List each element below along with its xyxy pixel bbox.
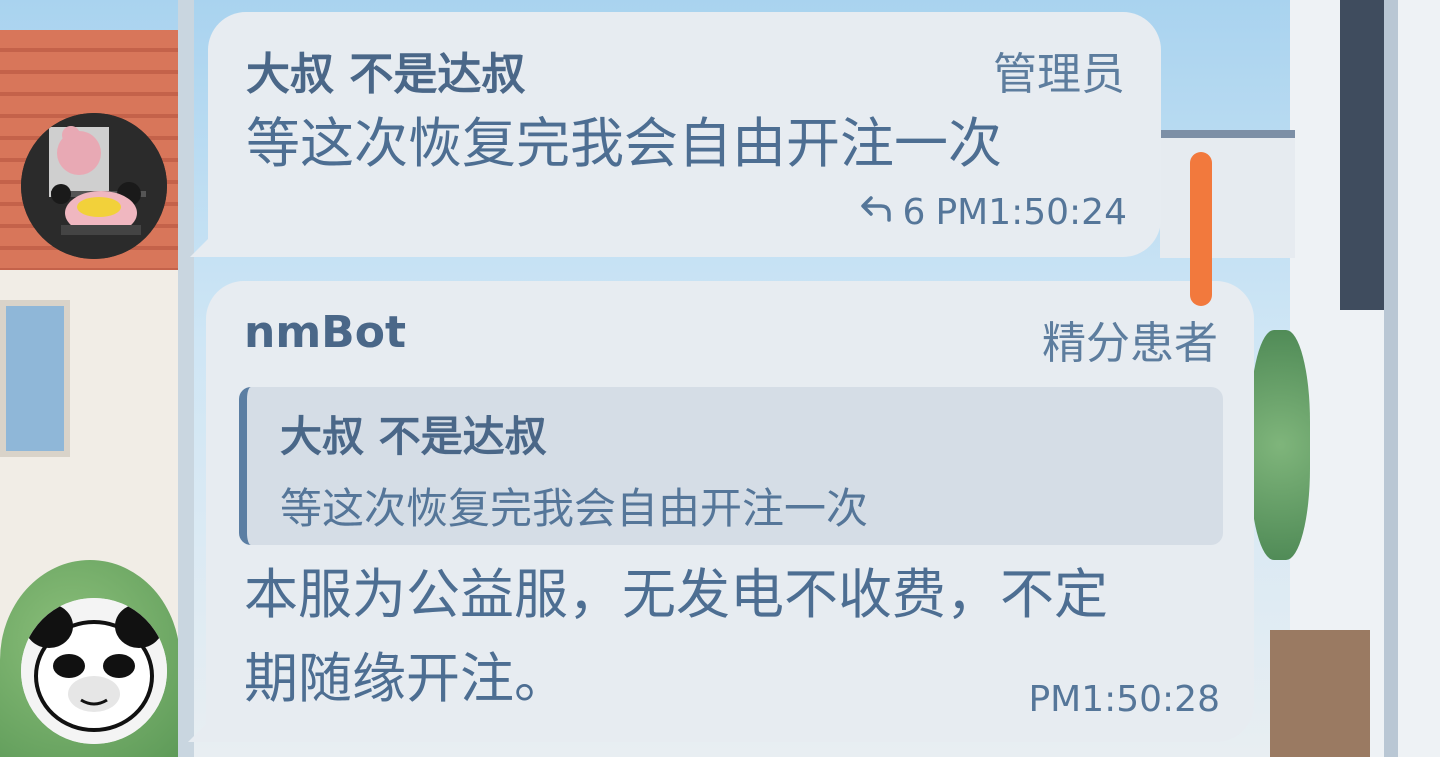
sender-role-badge: 管理员 bbox=[993, 49, 1125, 100]
reply-quote[interactable]: 大叔 不是达叔 等这次恢复完我会自由开注一次 bbox=[239, 387, 1223, 545]
message-text-line-1: 本服为公益服，无发电不收费，不定 bbox=[244, 563, 1108, 626]
reply-count[interactable]: 6 bbox=[903, 192, 926, 233]
quote-text: 等这次恢复完我会自由开注一次 bbox=[280, 484, 869, 533]
message-text: 等这次恢复完我会自由开注一次 bbox=[246, 112, 1002, 175]
message-meta: 6 PM1:50:24 bbox=[859, 192, 1127, 233]
avatar[interactable] bbox=[21, 113, 167, 259]
wallpaper-door bbox=[1270, 630, 1370, 757]
wallpaper-pipe bbox=[1384, 0, 1398, 757]
sender-role-badge: 精分患者 bbox=[1042, 318, 1218, 369]
wallpaper-window bbox=[0, 300, 70, 457]
wallpaper-tree bbox=[1250, 330, 1310, 560]
wallpaper-pole bbox=[178, 0, 194, 757]
wallpaper-balcony bbox=[1160, 130, 1295, 258]
reply-arrow-icon[interactable] bbox=[859, 192, 893, 233]
wallpaper-building-shadow bbox=[1340, 0, 1384, 310]
message-bubble[interactable]: nmBot 精分患者 大叔 不是达叔 等这次恢复完我会自由开注一次 本服为公益服… bbox=[206, 281, 1254, 742]
message-time: PM1:50:28 bbox=[1028, 679, 1220, 720]
sender-name[interactable]: 大叔 不是达叔 bbox=[246, 38, 525, 102]
avatar[interactable] bbox=[21, 598, 167, 744]
avatar-image bbox=[21, 113, 167, 259]
sender-name[interactable]: nmBot bbox=[244, 307, 406, 358]
scroll-handle[interactable] bbox=[1190, 152, 1212, 306]
message-bubble[interactable]: 大叔 不是达叔 管理员 等这次恢复完我会自由开注一次 6 PM1:50:24 bbox=[208, 12, 1161, 257]
message-meta: PM1:50:28 bbox=[1028, 679, 1220, 720]
message-time: PM1:50:24 bbox=[935, 192, 1127, 233]
quote-sender: 大叔 不是达叔 bbox=[280, 412, 547, 461]
avatar-image bbox=[21, 598, 167, 744]
message-text-line-2: 期随缘开注。 bbox=[244, 647, 568, 710]
